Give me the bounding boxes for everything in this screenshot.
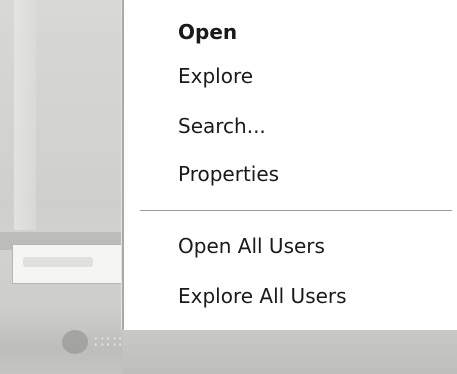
menu-item-open[interactable]: Open (178, 20, 237, 46)
menu-item-properties[interactable]: Properties (178, 162, 279, 188)
menu-bottom-shadow (122, 330, 457, 374)
windows-logo-icon[interactable] (62, 330, 88, 354)
menu-item-search[interactable]: Search... (178, 114, 266, 140)
start-menu-sidebar-blur (14, 0, 36, 230)
menu-item-explore-all-users[interactable]: Explore All Users (178, 284, 347, 310)
blurred-field-text (23, 257, 93, 267)
menu-item-explore[interactable]: Explore (178, 64, 253, 90)
menu-item-open-all-users[interactable]: Open All Users (178, 234, 325, 260)
menu-separator (140, 210, 452, 212)
blurred-start-menu-field (12, 244, 127, 284)
screenshot-stage: ∷∷∷ Open Explore Search... Properties Op… (0, 0, 457, 374)
context-menu: Open Explore Search... Properties Open A… (122, 0, 457, 330)
